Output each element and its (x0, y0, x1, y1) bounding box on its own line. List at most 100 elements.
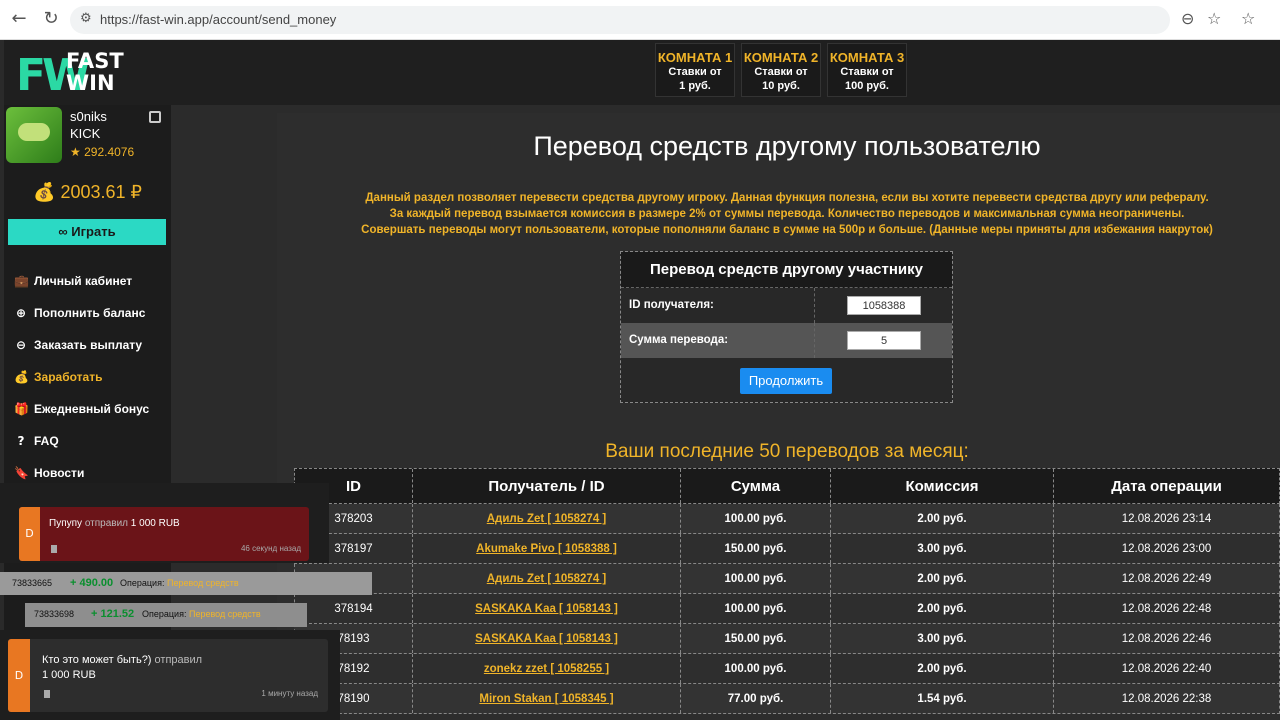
donation-card: D Пупупу отправил 1 000 RUB 46 секунд на… (19, 507, 309, 561)
recent-transfers-title: Ваши последние 50 переводов за месяц: (605, 441, 969, 462)
transfer-fee: 2.00 руб. (831, 504, 1054, 533)
recipient-link[interactable]: Miron Stakan [ 1058345 ] (413, 684, 681, 713)
transfer-date: 12.08.2026 23:00 (1121, 543, 1212, 555)
sidebar-item-label: Заработать (34, 370, 103, 384)
sidebar-item-label: Новости (34, 466, 85, 480)
donation-amount: 1 000 RUB (42, 669, 96, 681)
arrow-down-circle-icon: ⊖ (15, 338, 27, 352)
money-icon: 💰 (14, 370, 29, 384)
room-2-button[interactable]: КОМНАТА 2 Ставки от 10 руб. (741, 43, 821, 97)
amount-input[interactable] (847, 331, 921, 350)
username[interactable]: s0niks (70, 109, 107, 124)
recipient-link[interactable]: SASKAKA Kaa [ 1058143 ] (413, 624, 681, 653)
recipient-link[interactable]: Адиль Zet [ 1058274 ] (413, 504, 681, 533)
browser-toolbar: ← ↻ ⚙ https://fast-win.app/account/send_… (0, 0, 1280, 40)
recipient-link[interactable]: Akumake Pivo [ 1058388 ] (413, 534, 681, 563)
recipient-link[interactable]: SASKAKA Kaa [ 1058143 ] (413, 594, 681, 623)
form-title: Перевод средств другому участнику (621, 252, 952, 288)
transfer-date: 12.08.2026 23:14 (1121, 513, 1212, 525)
operation-label-text: Операция: (142, 609, 187, 619)
recipient-id-input[interactable] (847, 296, 921, 315)
donation-text: Пупупу отправил 1 000 RUB (49, 518, 180, 529)
transfer-amount: 100.00 руб. (681, 594, 831, 623)
site-header: FW FAST WIN КОМНАТА 1 Ставки от 1 руб. КО… (4, 40, 1280, 105)
recipient-link[interactable]: zonekz zzet [ 1058255 ] (413, 654, 681, 683)
question-icon: ? (17, 434, 25, 448)
sidebar-item-daily-bonus[interactable]: 🎁 Ежедневный бонус (14, 393, 149, 425)
donation-text: Кто это может быть?) отправил 1 000 RUB (42, 653, 202, 683)
room-stake-value: 100 руб. (845, 80, 889, 92)
recipient-link[interactable]: Адиль Zet [ 1058274 ] (413, 564, 681, 593)
operation-id: 73833665 (12, 578, 53, 588)
donation-action: отправил (154, 654, 203, 666)
operation-amount: + 121.52 (91, 608, 135, 620)
room-stake-label: Ставки от (840, 66, 894, 78)
play-icon[interactable] (44, 690, 50, 698)
continue-button[interactable]: Продолжить (740, 368, 832, 394)
user-tag: KICK (70, 126, 101, 141)
sidebar-menu: 💼 Личный кабинет ⊕ Пополнить баланс ⊖ Заказ… (14, 265, 149, 489)
play-icon[interactable] (51, 545, 57, 553)
briefcase-icon: 💼 (14, 274, 29, 288)
site-info-icon[interactable]: ⚙ (80, 11, 92, 26)
info-line: Данный раздел позволяет перевести средст… (365, 192, 1209, 204)
sidebar-item-faq[interactable]: ? FAQ (14, 425, 149, 457)
sidebar-item-withdraw[interactable]: ⊖ Заказать выплату (14, 329, 149, 361)
logout-icon[interactable] (149, 111, 161, 123)
sidebar-item-cabinet[interactable]: 💼 Личный кабинет (14, 265, 149, 297)
plus-circle-icon: ⊕ (15, 306, 27, 320)
table-row: 378203 Адиль Zet [ 1058274 ] 100.00 руб.… (294, 504, 1280, 534)
reload-icon[interactable]: ↻ (40, 8, 62, 30)
page-title: Перевод средств другому пользователю (533, 131, 1041, 161)
transfer-date: 12.08.2026 22:38 (1121, 693, 1212, 705)
transfer-fee: 3.00 руб. (831, 624, 1054, 653)
play-button[interactable]: ∞ Играть (8, 219, 166, 245)
table-row: 378197 Akumake Pivo [ 1058388 ] 150.00 р… (294, 534, 1280, 564)
table-row: 78192 zonekz zzet [ 1058255 ] 100.00 руб… (294, 654, 1280, 684)
logo[interactable]: FW FAST WIN (16, 46, 146, 101)
transfer-fee: 3.00 руб. (831, 534, 1054, 563)
info-line: За каждый перевод взымается комиссия в р… (389, 208, 1185, 220)
logo-line1: FAST (66, 49, 124, 73)
table-row: Адиль Zet [ 1058274 ] 100.00 руб. 2.00 р… (294, 564, 1280, 594)
back-icon[interactable]: ← (8, 8, 30, 30)
donor-name: Кто это может быть?) (42, 654, 152, 666)
favorites-icon[interactable]: ☆ (1241, 9, 1255, 28)
sidebar-item-label: Личный кабинет (34, 274, 133, 288)
room-title: КОМНАТА 2 (743, 50, 819, 65)
operation-amount: + 490.00 (70, 577, 114, 589)
sidebar-item-earn[interactable]: 💰 Заработать (14, 361, 149, 393)
transfer-form: Перевод средств другому участнику ID пол… (620, 251, 953, 403)
operation-type: Перевод средств (166, 578, 239, 588)
info-line: Совершать переводы могут пользователи, к… (361, 224, 1213, 236)
room-title: КОМНАТА 3 (829, 50, 905, 65)
room-title: КОМНАТА 1 (657, 50, 733, 65)
column-header: Дата операции (1111, 478, 1222, 495)
room-1-button[interactable]: КОМНАТА 1 Ставки от 1 руб. (655, 43, 735, 97)
operation-label: Операция: Перевод средств (142, 609, 261, 619)
address-bar[interactable]: ⚙ https://fast-win.app/account/send_mone… (70, 6, 1170, 34)
sidebar-item-label: Пополнить баланс (34, 306, 146, 320)
table-row: 378194 SASKAKA Kaa [ 1058143 ] 100.00 ру… (294, 594, 1280, 624)
sidebar-item-label: Ежедневный бонус (34, 402, 150, 416)
transfer-date: 12.08.2026 22:40 (1121, 663, 1212, 675)
info-text: Данный раздел позволяет перевести средст… (277, 190, 1280, 238)
transfer-amount: 77.00 руб. (681, 684, 831, 713)
room-3-button[interactable]: КОМНАТА 3 Ставки от 100 руб. (827, 43, 907, 97)
column-header: Комиссия (831, 469, 1054, 503)
user-balance: 💰 2003.61 ₽ (33, 182, 142, 202)
amount-row: Сумма перевода: (621, 323, 952, 358)
donation-toast: D Пупупу отправил 1 000 RUB 46 секунд на… (0, 483, 329, 563)
zoom-icon[interactable]: ⊖ (1181, 9, 1194, 28)
room-stake-label: Ставки от (754, 66, 808, 78)
transfer-amount: 150.00 руб. (681, 534, 831, 563)
transfer-date: 12.08.2026 22:46 (1121, 633, 1212, 645)
donation-amount: 1 000 RUB (130, 518, 180, 529)
donation-service-icon: D (19, 507, 40, 561)
gift-icon: 🎁 (14, 402, 29, 416)
sidebar-item-deposit[interactable]: ⊕ Пополнить баланс (14, 297, 149, 329)
avatar[interactable] (6, 107, 62, 163)
column-header: Сумма (681, 469, 831, 503)
bookmark-star-icon[interactable]: ☆ (1207, 9, 1221, 28)
recipient-row: ID получателя: (621, 288, 952, 323)
